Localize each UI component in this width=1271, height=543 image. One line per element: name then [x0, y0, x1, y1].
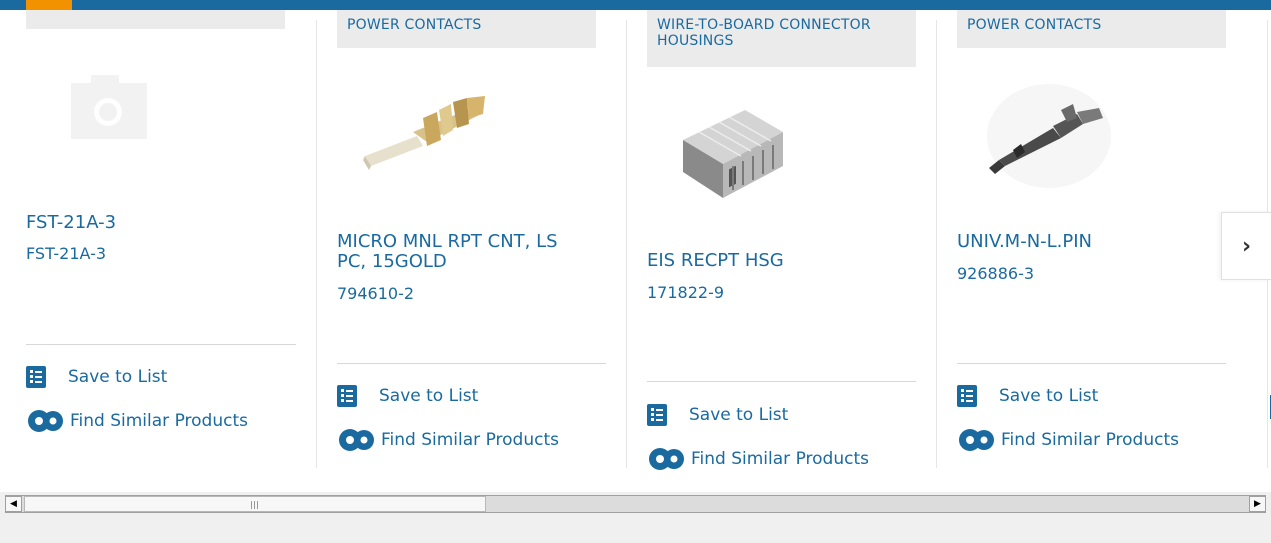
scroll-right-arrow[interactable]: ▶ [1249, 496, 1266, 512]
grip-icon [251, 501, 260, 509]
save-to-list-label: Save to List [68, 367, 168, 387]
find-similar-button[interactable]: Find Similar Products [957, 428, 1179, 452]
scrollbar-thumb[interactable] [24, 496, 486, 512]
product-title-link[interactable]: FST-21A-3 [26, 213, 286, 233]
gold-terminal-contact-image [363, 96, 485, 170]
carousel-next-button[interactable]: › [1221, 212, 1271, 280]
find-similar-button[interactable]: Find Similar Products [337, 428, 559, 452]
product-image[interactable] [977, 72, 1117, 192]
gears-icon [649, 448, 684, 470]
product-card: WIRE-TO-BOARD CONNECTOR HOUSINGS EIS REC… [626, 10, 917, 472]
card-divider [26, 344, 296, 345]
part-number-link[interactable]: FST-21A-3 [26, 244, 106, 263]
product-title-link[interactable]: UNIV.M-N-L.PIN [957, 232, 1217, 252]
gears-icon [959, 429, 994, 451]
save-to-list-label: Save to List [689, 405, 789, 425]
checklist-icon [337, 385, 357, 407]
product-card: POWER CONTACTS UNIV.M-N-L.PIN 926886-3 S… [936, 10, 1227, 472]
gears-icon [28, 410, 63, 432]
gears-icon [339, 429, 374, 451]
part-number-link[interactable]: 171822-9 [647, 283, 724, 302]
find-similar-label: Find Similar Products [1001, 430, 1179, 450]
top-accent-bar [0, 0, 1271, 10]
product-card: FST-21A-3 FST-21A-3 Save to List Find Si… [26, 10, 296, 472]
card-divider [337, 363, 606, 364]
part-number-link[interactable]: 794610-2 [337, 284, 414, 303]
category-label [26, 10, 285, 29]
card-divider [647, 381, 916, 382]
save-to-list-button[interactable]: Save to List [26, 366, 167, 388]
save-to-list-label: Save to List [999, 386, 1099, 406]
active-indicator [26, 0, 72, 10]
scroll-left-arrow[interactable]: ◀ [5, 496, 22, 512]
find-similar-label: Find Similar Products [70, 411, 248, 431]
category-label: POWER CONTACTS [957, 10, 1226, 48]
save-to-list-button[interactable]: Save to List [957, 385, 1098, 407]
product-image[interactable] [679, 100, 789, 200]
category-label: WIRE-TO-BOARD CONNECTOR HOUSINGS [647, 10, 916, 67]
checklist-icon [26, 366, 46, 388]
part-number-link[interactable]: 926886-3 [957, 264, 1034, 283]
product-image[interactable] [71, 75, 147, 139]
card-divider [957, 363, 1226, 364]
save-to-list-button[interactable]: Save to List [337, 385, 478, 407]
checklist-icon [957, 385, 977, 407]
footer-area [0, 516, 1271, 543]
find-similar-label: Find Similar Products [691, 449, 869, 469]
placeholder-camera-icon [71, 75, 147, 139]
find-similar-button[interactable]: Find Similar Products [26, 409, 248, 433]
product-title-link[interactable]: MICRO MNL RPT CNT, LS PC, 15GOLD [337, 232, 592, 272]
product-card: POWER CONTACTS MICRO MNL RPT CNT, LS PC,… [316, 10, 607, 472]
category-label: POWER CONTACTS [337, 10, 596, 48]
find-similar-label: Find Similar Products [381, 430, 559, 450]
product-title-link[interactable]: EIS RECPT HSG [647, 251, 907, 271]
product-carousel[interactable]: FST-21A-3 FST-21A-3 Save to List Find Si… [0, 10, 1271, 492]
find-similar-button[interactable]: Find Similar Products [647, 447, 869, 471]
pin-contact-image [987, 84, 1111, 188]
horizontal-scrollbar[interactable]: ◀ ▶ [0, 492, 1271, 516]
save-to-list-label: Save to List [379, 386, 479, 406]
chevron-right-icon: › [1241, 233, 1252, 259]
connector-housing-image [683, 110, 783, 198]
save-to-list-button[interactable]: Save to List [647, 404, 788, 426]
product-image[interactable] [357, 88, 492, 173]
checklist-icon [647, 404, 667, 426]
